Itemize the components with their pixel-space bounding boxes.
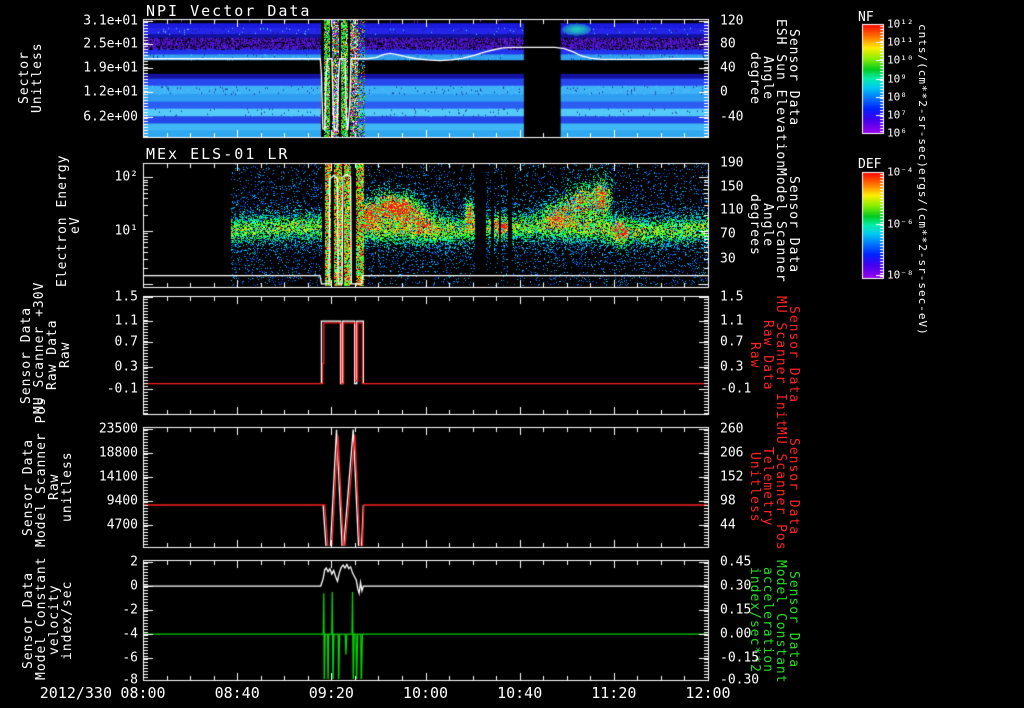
p1-left-tick-label: 1.9e+01 bbox=[83, 60, 138, 76]
p3-right-tick-label: -0.1 bbox=[720, 381, 752, 397]
p4-left-tick-label: 4700 bbox=[106, 517, 138, 533]
p2-left-tick-label: 10¹ bbox=[114, 223, 138, 239]
panel3-right-axis-label: Sensor Data MU Scanner Init Raw Data Raw bbox=[747, 296, 801, 429]
p3-left-tick-label: 0.3 bbox=[114, 359, 138, 375]
p5-left-tick-label: -2 bbox=[122, 602, 138, 618]
panel1-left-axis-label: Sector Unitless bbox=[17, 42, 45, 114]
p3-right-tick-label: 1.5 bbox=[720, 289, 744, 305]
p5-left-tick-label: -4 bbox=[122, 626, 138, 642]
p2-right-tick-label: 30 bbox=[720, 251, 736, 267]
x-tick-label: 10:00 bbox=[402, 684, 449, 702]
p1-right-tick-label: 0 bbox=[720, 84, 728, 100]
p4-right-tick-label: 98 bbox=[720, 493, 736, 509]
plot-canvas bbox=[0, 0, 1024, 708]
p4-right-tick-label: 206 bbox=[720, 445, 744, 461]
p1-right-tick-label: 80 bbox=[720, 36, 736, 52]
x-tick-label: 08:00 bbox=[120, 684, 166, 702]
def-colorbar-tick-label: 10⁻⁸ bbox=[887, 268, 914, 282]
p5-right-tick-label: 0.00 bbox=[720, 626, 752, 642]
p3-right-tick-label: 0.7 bbox=[720, 334, 744, 350]
p2-right-tick-label: 150 bbox=[720, 179, 744, 195]
p2-left-tick-label: 10² bbox=[114, 169, 138, 185]
p5-right-tick-label: 0.45 bbox=[720, 554, 752, 570]
p4-right-tick-label: 260 bbox=[720, 421, 744, 437]
p1-right-tick-label: 120 bbox=[720, 13, 744, 29]
def-colorbar-tick-label: 10⁻⁶ bbox=[887, 217, 914, 231]
date-label: 2012/330 bbox=[39, 684, 112, 702]
p4-left-tick-label: 14100 bbox=[98, 469, 138, 485]
p4-left-tick-label: 23500 bbox=[98, 421, 138, 437]
x-tick-label: 11:20 bbox=[591, 684, 637, 702]
p5-right-tick-label: 0.30 bbox=[720, 578, 752, 594]
nf-colorbar-tick-label: 10⁶ bbox=[887, 126, 907, 140]
p5-left-tick-label: 0 bbox=[130, 578, 138, 594]
p3-right-tick-label: 0.3 bbox=[720, 359, 744, 375]
p1-right-tick-label: -40 bbox=[720, 109, 744, 125]
p1-left-tick-label: 6.2e+00 bbox=[83, 109, 138, 125]
nf-colorbar-tick-label: 10¹¹ bbox=[887, 35, 914, 49]
nf-colorbar-tick-label: 10⁹ bbox=[887, 72, 907, 85]
p1-left-tick-label: 1.2e+01 bbox=[83, 84, 138, 100]
p2-right-tick-label: 190 bbox=[720, 155, 744, 171]
panel2-title: MEx ELS-01 LR bbox=[146, 145, 290, 163]
nf-colorbar-label: NF bbox=[858, 10, 874, 25]
p5-right-tick-label: -0.15 bbox=[720, 650, 760, 666]
p3-left-tick-label: 1.5 bbox=[114, 289, 138, 305]
nf-colorbar-units: cnts/(cm**2-sr-sec) bbox=[916, 24, 929, 169]
p4-left-tick-label: 18800 bbox=[98, 445, 138, 461]
x-tick-label: 08:40 bbox=[214, 684, 260, 702]
p1-left-tick-label: 3.1e+01 bbox=[83, 13, 138, 29]
panel4-left-axis-label: Sensor Data Model Scanner Pos Raw unitle… bbox=[21, 397, 75, 547]
panel1-right-axis-label: Sensor Data ESH Sun Elevation Angle degr… bbox=[747, 19, 801, 170]
p5-left-tick-label: 2 bbox=[130, 554, 138, 570]
panel5-left-axis-label: Sensor Data Model Constant velocity inde… bbox=[21, 556, 75, 680]
p1-right-tick-label: 40 bbox=[720, 60, 736, 76]
panel2-left-axis-label: Electron Energy eV bbox=[55, 154, 83, 287]
nf-colorbar-tick-label: 10⁷ bbox=[887, 108, 907, 122]
p5-right-tick-label: 0.15 bbox=[720, 602, 752, 618]
panel2-right-axis-label: Sensor Data Model Scanner Angle degrees bbox=[747, 167, 801, 283]
x-tick-label: 12:00 bbox=[685, 684, 731, 702]
def-colorbar-tick-label: 10⁻⁴ bbox=[887, 165, 914, 179]
nf-colorbar-tick-label: 10⁸ bbox=[887, 90, 907, 104]
def-colorbar-units: ergs/(cm**2-sr-sec-eV) bbox=[916, 168, 929, 336]
def-colorbar-label: DEF bbox=[858, 157, 882, 172]
p3-left-tick-label: 1.1 bbox=[114, 313, 138, 329]
p2-right-tick-label: 70 bbox=[720, 226, 736, 242]
p1-left-tick-label: 2.5e+01 bbox=[83, 36, 138, 52]
nf-colorbar-tick-label: 10¹² bbox=[887, 17, 914, 31]
p4-right-tick-label: 152 bbox=[720, 469, 744, 485]
panel4-right-axis-label: Sensor Data MU Scanner Pos Telemetry Uni… bbox=[747, 427, 801, 551]
p3-left-tick-label: -0.1 bbox=[106, 381, 138, 397]
x-tick-label: 09:20 bbox=[308, 684, 354, 702]
p3-right-tick-label: 1.1 bbox=[720, 313, 744, 329]
p4-left-tick-label: 9400 bbox=[106, 493, 138, 509]
p3-left-tick-label: 0.7 bbox=[114, 334, 138, 350]
p2-right-tick-label: 110 bbox=[720, 202, 744, 218]
nf-colorbar-tick-label: 10¹⁰ bbox=[887, 53, 914, 67]
figure: NPI Vector Data MEx ELS-01 LR Sector Uni… bbox=[0, 0, 1024, 708]
x-tick-label: 10:40 bbox=[497, 684, 543, 702]
p5-left-tick-label: -6 bbox=[122, 650, 138, 666]
panel1-title: NPI Vector Data bbox=[146, 2, 312, 20]
p4-right-tick-label: 44 bbox=[720, 517, 736, 533]
